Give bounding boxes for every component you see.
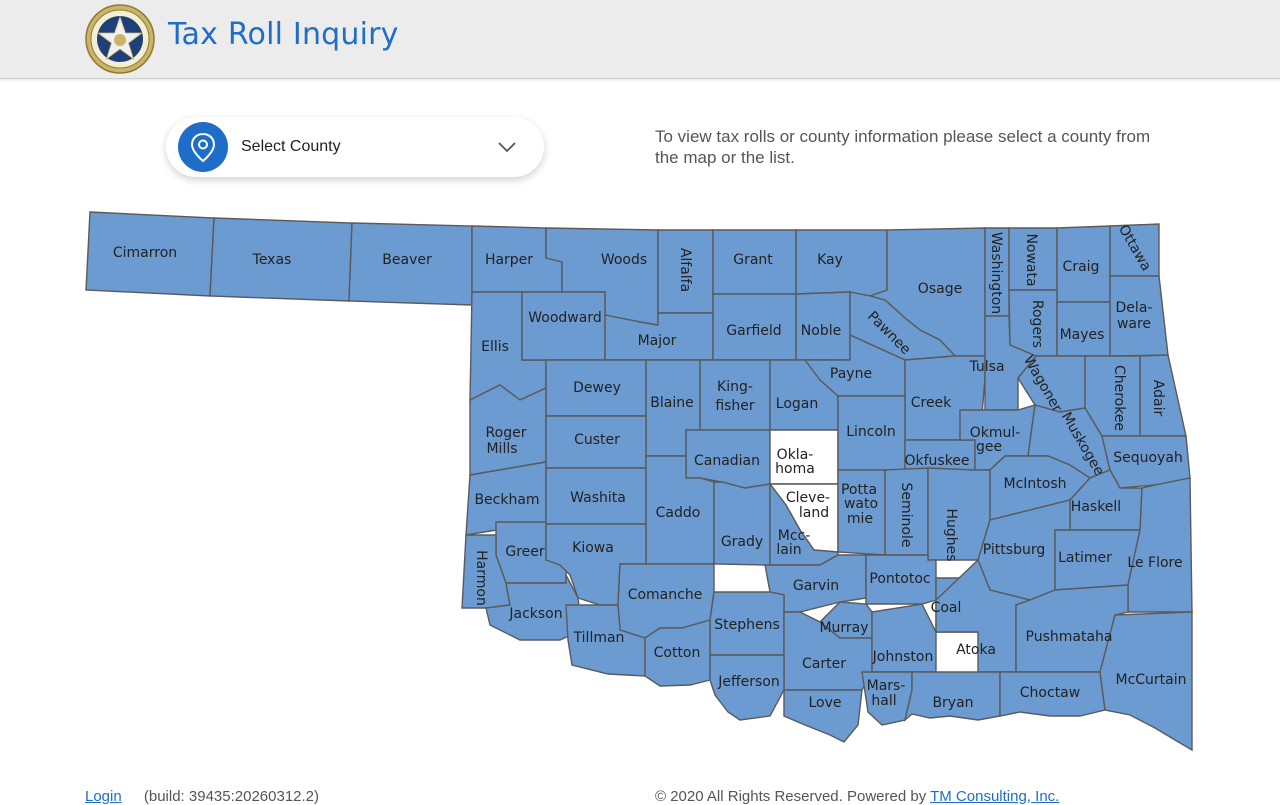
label-stephens: Stephens bbox=[714, 617, 780, 633]
label-roger-mills-1: Roger bbox=[486, 425, 527, 441]
label-bryan: Bryan bbox=[932, 695, 973, 711]
label-grady: Grady bbox=[721, 534, 763, 550]
label-pushmataha: Pushmataha bbox=[1026, 629, 1113, 645]
label-major: Major bbox=[638, 333, 677, 349]
label-woods: Woods bbox=[601, 252, 647, 268]
label-greer: Greer bbox=[505, 544, 545, 560]
label-kingfisher-1: King- bbox=[717, 379, 753, 395]
label-kiowa: Kiowa bbox=[572, 540, 614, 556]
label-noble: Noble bbox=[801, 323, 841, 339]
build-info: (build: 39435:20260312.2) bbox=[143, 788, 320, 805]
label-seminole: Seminole bbox=[898, 483, 914, 548]
label-grant: Grant bbox=[733, 252, 773, 268]
label-harper: Harper bbox=[485, 252, 533, 268]
label-woodward: Woodward bbox=[528, 310, 601, 326]
label-oklahoma-2: homa bbox=[775, 461, 815, 477]
label-cleveland-1: Cleve- bbox=[786, 490, 830, 506]
label-creek: Creek bbox=[911, 395, 952, 411]
label-lincoln: Lincoln bbox=[846, 424, 896, 440]
label-choctaw: Choctaw bbox=[1020, 685, 1080, 701]
label-mcintosh: McIntosh bbox=[1004, 476, 1067, 492]
label-washita: Washita bbox=[570, 490, 626, 506]
label-roger-mills-2: Mills bbox=[486, 441, 517, 457]
label-okfuskee: Okfuskee bbox=[904, 453, 969, 469]
label-hughes: Hughes bbox=[943, 508, 959, 561]
label-alfalfa: Alfalfa bbox=[677, 248, 693, 292]
label-haskell: Haskell bbox=[1071, 499, 1121, 515]
label-mccurtain: McCurtain bbox=[1115, 672, 1186, 688]
label-le-flore: Le Flore bbox=[1127, 555, 1182, 571]
copyright-text: © 2020 All Rights Reserved. Powered by bbox=[655, 788, 927, 805]
label-marshall-2: hall bbox=[871, 693, 896, 709]
label-washington: Washington bbox=[988, 232, 1004, 314]
label-delaware-1: Dela- bbox=[1116, 300, 1153, 316]
county-grady[interactable] bbox=[713, 481, 771, 566]
label-kingfisher-2: fisher bbox=[715, 398, 755, 414]
label-latimer: Latimer bbox=[1058, 550, 1112, 566]
label-carter: Carter bbox=[802, 656, 846, 672]
label-beckham: Beckham bbox=[474, 492, 539, 508]
label-okmulgee-2: gee bbox=[976, 439, 1002, 455]
label-caddo: Caddo bbox=[656, 505, 701, 521]
label-garfield: Garfield bbox=[726, 323, 781, 339]
county-kingfisher[interactable] bbox=[699, 359, 771, 431]
label-pittsburg: Pittsburg bbox=[983, 542, 1045, 558]
label-beaver: Beaver bbox=[382, 252, 432, 268]
label-sequoyah: Sequoyah bbox=[1113, 450, 1183, 466]
label-cimarron: Cimarron bbox=[113, 245, 177, 261]
label-payne: Payne bbox=[830, 366, 872, 382]
label-jefferson: Jefferson bbox=[717, 674, 780, 690]
label-adair: Adair bbox=[1150, 380, 1166, 417]
label-love: Love bbox=[808, 695, 841, 711]
label-logan: Logan bbox=[776, 396, 818, 412]
label-harmon: Harmon bbox=[473, 550, 489, 606]
label-coal: Coal bbox=[931, 600, 962, 616]
label-craig: Craig bbox=[1063, 259, 1100, 275]
label-comanche: Comanche bbox=[628, 587, 703, 603]
footer-left: Login (build: 39435:20260312.2) bbox=[85, 788, 319, 805]
label-canadian: Canadian bbox=[694, 453, 760, 469]
label-marshall-1: Mars- bbox=[867, 678, 906, 694]
label-cotton: Cotton bbox=[654, 645, 701, 661]
label-pottawatomie-2: wato bbox=[844, 496, 878, 512]
label-pontotoc: Pontotoc bbox=[869, 571, 930, 587]
label-pottawatomie-3: mie bbox=[847, 511, 873, 527]
label-tillman: Tillman bbox=[573, 630, 625, 646]
label-dewey: Dewey bbox=[573, 380, 621, 396]
label-garvin: Garvin bbox=[793, 578, 839, 594]
label-mcclain-2: lain bbox=[776, 542, 801, 558]
label-custer: Custer bbox=[574, 432, 620, 448]
label-rogers: Rogers bbox=[1029, 300, 1045, 348]
company-link[interactable]: TM Consulting, Inc. bbox=[930, 788, 1059, 805]
label-blaine: Blaine bbox=[650, 395, 693, 411]
label-jackson: Jackson bbox=[508, 606, 562, 622]
label-kay: Kay bbox=[817, 252, 843, 268]
label-osage: Osage bbox=[918, 281, 962, 297]
label-cherokee: Cherokee bbox=[1111, 365, 1127, 431]
label-cleveland-2: land bbox=[799, 505, 829, 521]
oklahoma-county-map: Cimarron Texas Beaver Harper Woods Alfal… bbox=[85, 211, 1193, 752]
label-nowata: Nowata bbox=[1023, 233, 1039, 286]
label-johnston: Johnston bbox=[872, 649, 934, 665]
label-atoka: Atoka bbox=[956, 642, 996, 658]
county-woodward[interactable] bbox=[521, 291, 606, 361]
label-tulsa: Tulsa bbox=[968, 359, 1004, 375]
label-murray: Murray bbox=[819, 620, 868, 636]
footer-right: © 2020 All Rights Reserved. Powered by T… bbox=[655, 788, 1059, 805]
label-texas: Texas bbox=[252, 252, 292, 268]
label-mayes: Mayes bbox=[1060, 327, 1105, 343]
label-ellis: Ellis bbox=[481, 339, 509, 355]
login-link[interactable]: Login bbox=[85, 788, 122, 805]
label-delaware-2: ware bbox=[1117, 316, 1151, 332]
